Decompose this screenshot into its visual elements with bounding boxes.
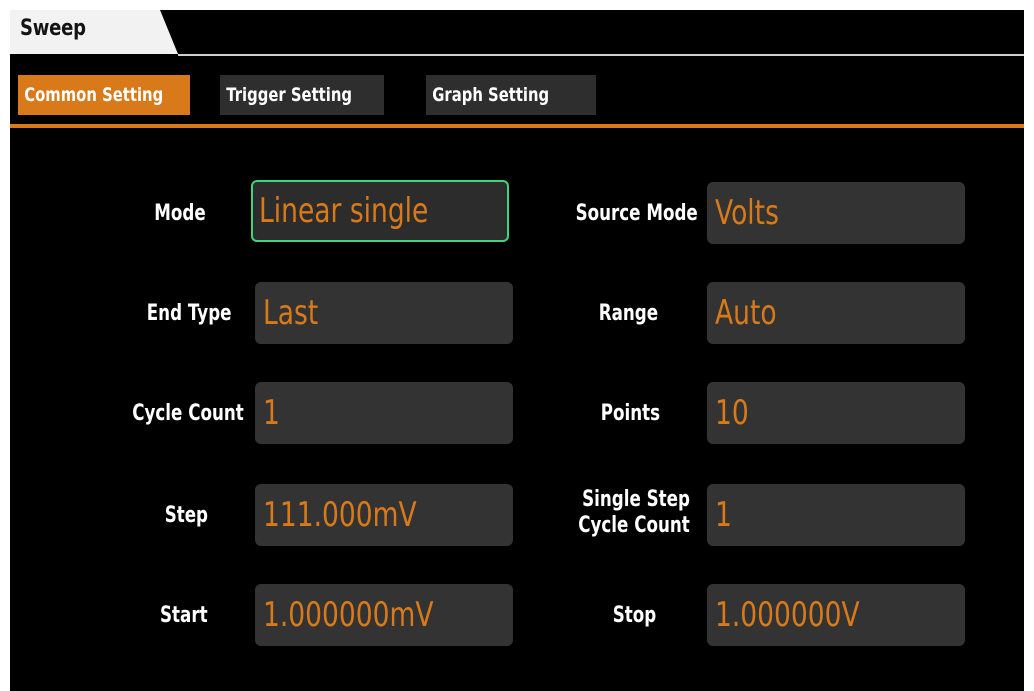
tab-underline (10, 124, 1024, 128)
end-type-label: End Type (147, 301, 232, 326)
single-step-cycle-count-label: Single Step Cycle Count (578, 487, 690, 538)
stop-field[interactable]: 1.000000V (707, 584, 965, 646)
single-step-cycle-count-value: 1 (715, 495, 732, 535)
tab-common-setting[interactable]: Common Setting (18, 75, 190, 115)
tab-trigger-setting[interactable]: Trigger Setting (220, 75, 384, 115)
tab-label: Common Setting (24, 84, 164, 106)
cycle-count-value: 1 (263, 393, 280, 433)
source-mode-field[interactable]: Volts (707, 182, 965, 244)
points-label: Points (600, 401, 660, 426)
start-field[interactable]: 1.000000mV (255, 584, 513, 646)
tab-label: Trigger Setting (226, 84, 352, 106)
single-step-cycle-count-field[interactable]: 1 (707, 484, 965, 546)
step-value: 111.000mV (263, 495, 417, 535)
tab-label: Graph Setting (432, 84, 550, 106)
points-value: 10 (715, 393, 749, 433)
range-value: Auto (715, 293, 777, 333)
stop-value: 1.000000V (715, 595, 860, 635)
end-type-field[interactable]: Last (255, 282, 513, 344)
step-label: Step (164, 503, 208, 528)
end-type-value: Last (263, 293, 319, 333)
range-label: Range (598, 301, 658, 326)
mode-label: Mode (154, 201, 206, 226)
step-field[interactable]: 111.000mV (255, 484, 513, 546)
start-value: 1.000000mV (263, 595, 434, 635)
sweep-screen: Sweep Common Setting Trigger Setting Gra… (10, 10, 1024, 691)
source-mode-label: Source Mode (575, 201, 698, 226)
range-field[interactable]: Auto (707, 282, 965, 344)
mode-field[interactable]: Linear single (251, 180, 509, 242)
tab-graph-setting[interactable]: Graph Setting (426, 75, 596, 115)
stop-label: Stop (612, 603, 656, 628)
window-title-tab: Sweep (10, 10, 190, 55)
start-label: Start (160, 603, 208, 628)
points-field[interactable]: 10 (707, 382, 965, 444)
title-divider (178, 54, 1024, 56)
source-mode-value: Volts (715, 193, 779, 233)
cycle-count-label: Cycle Count (132, 401, 244, 426)
cycle-count-field[interactable]: 1 (255, 382, 513, 444)
mode-value: Linear single (259, 191, 429, 231)
window-title: Sweep (20, 16, 86, 41)
